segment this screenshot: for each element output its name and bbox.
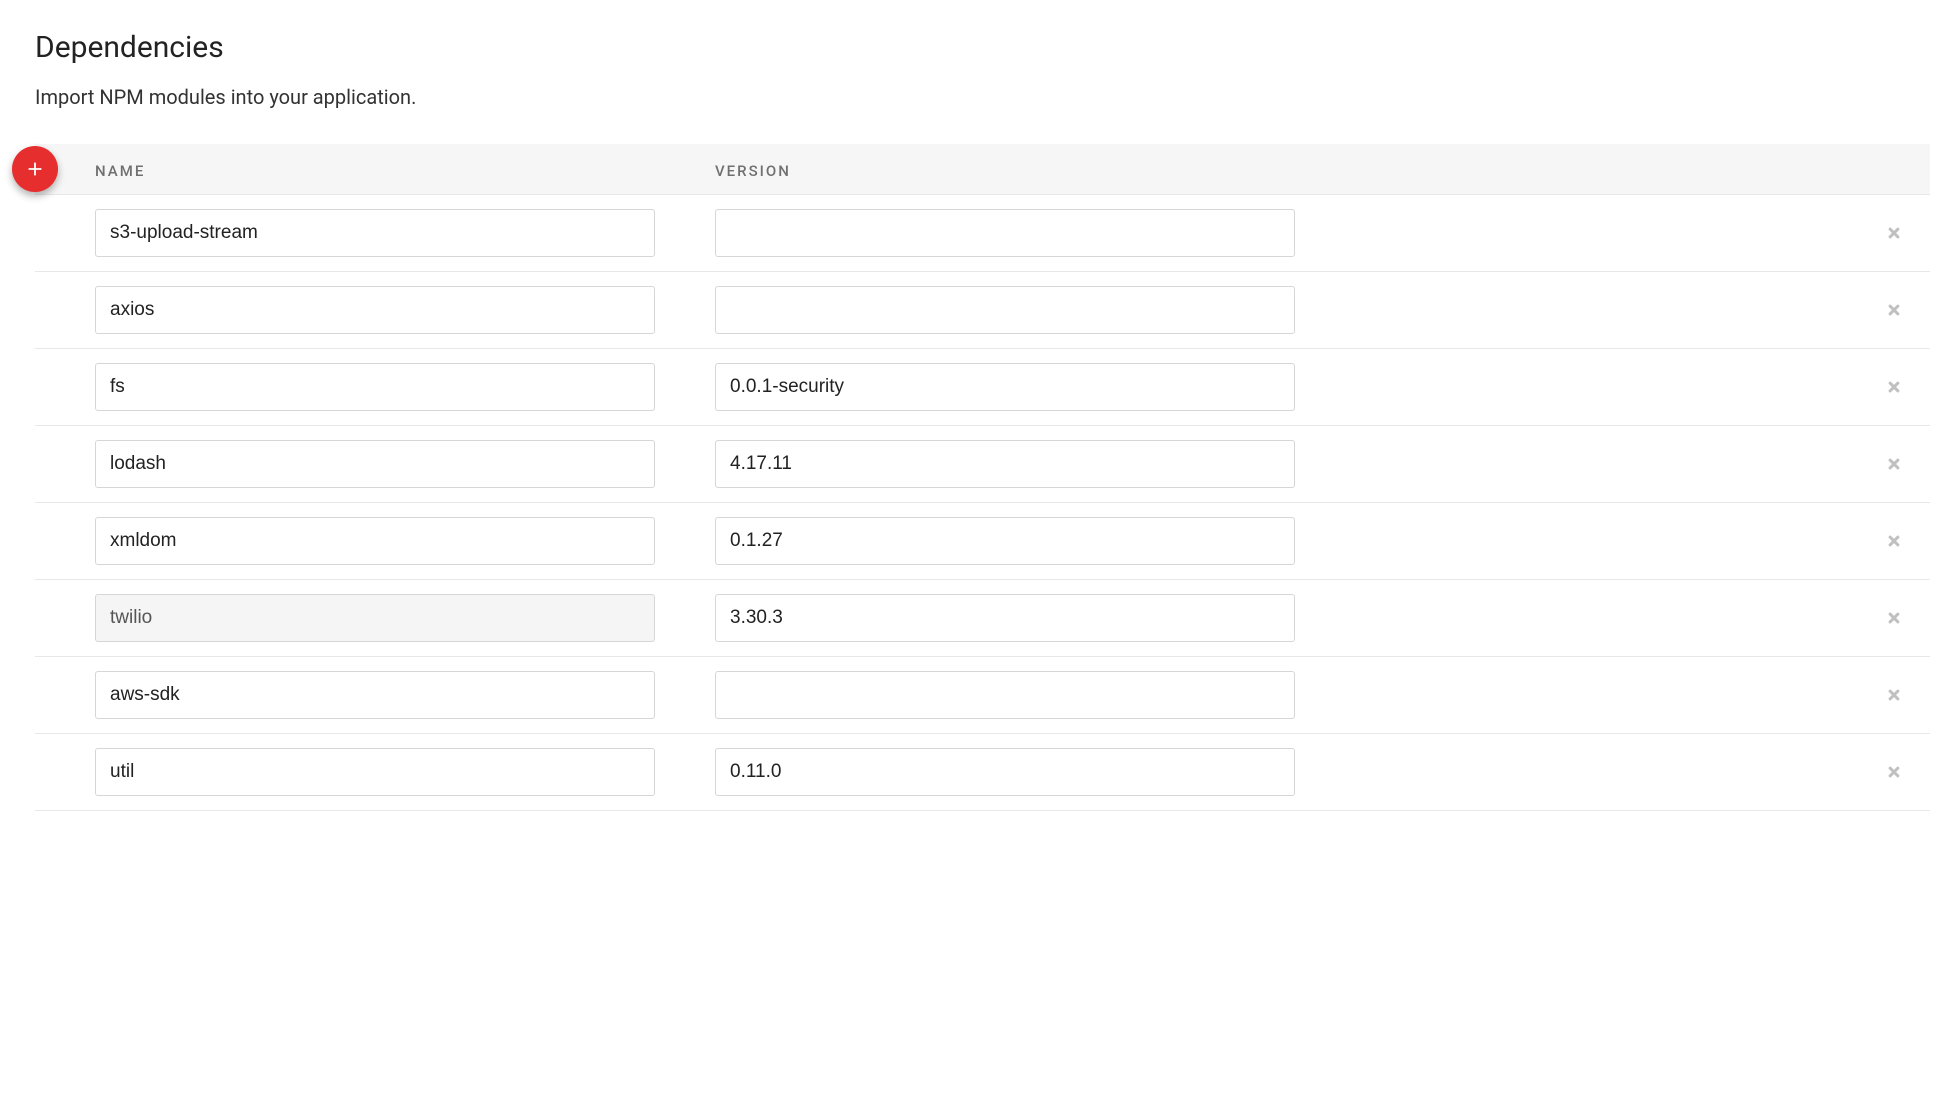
column-header-version: VERSION [655,162,1295,180]
close-icon [1886,379,1902,395]
name-cell [35,363,655,411]
dependency-version-input[interactable] [715,517,1295,565]
table-row [35,272,1930,349]
dependency-name-input[interactable] [95,209,655,257]
version-cell [655,517,1295,565]
dependency-name-input[interactable] [95,440,655,488]
dependency-version-input[interactable] [715,440,1295,488]
close-icon [1886,302,1902,318]
name-cell [35,671,655,719]
table-row [35,195,1930,272]
table-row [35,734,1930,811]
dependency-version-input[interactable] [715,594,1295,642]
table-row [35,349,1930,426]
version-cell [655,440,1295,488]
close-icon [1886,225,1902,241]
dependency-name-input[interactable] [95,748,655,796]
delete-dependency-button[interactable] [1878,217,1910,249]
dependency-name-input[interactable] [95,594,655,642]
dependency-version-input[interactable] [715,286,1295,334]
table-row [35,580,1930,657]
table-row [35,503,1930,580]
delete-dependency-button[interactable] [1878,525,1910,557]
dependency-name-input[interactable] [95,363,655,411]
close-icon [1886,687,1902,703]
close-icon [1886,610,1902,626]
table-header-row: NAME VERSION [35,144,1930,195]
delete-dependency-button[interactable] [1878,294,1910,326]
version-cell [655,286,1295,334]
name-cell [35,594,655,642]
version-cell [655,363,1295,411]
name-cell [35,748,655,796]
delete-dependency-button[interactable] [1878,679,1910,711]
table-row [35,657,1930,734]
version-cell [655,671,1295,719]
version-cell [655,748,1295,796]
name-cell [35,286,655,334]
delete-dependency-button[interactable] [1878,448,1910,480]
close-icon [1886,533,1902,549]
name-cell [35,517,655,565]
column-header-name: NAME [35,162,655,180]
dependency-version-input[interactable] [715,209,1295,257]
dependency-name-input[interactable] [95,517,655,565]
table-row [35,426,1930,503]
name-cell [35,209,655,257]
close-icon [1886,764,1902,780]
version-cell [655,209,1295,257]
close-icon [1886,456,1902,472]
version-cell [655,594,1295,642]
dependencies-table: NAME VERSION [35,144,1930,811]
add-dependency-button[interactable] [12,146,58,192]
delete-dependency-button[interactable] [1878,371,1910,403]
plus-icon [24,158,46,180]
name-cell [35,440,655,488]
dependency-version-input[interactable] [715,671,1295,719]
delete-dependency-button[interactable] [1878,602,1910,634]
dependency-version-input[interactable] [715,748,1295,796]
delete-dependency-button[interactable] [1878,756,1910,788]
dependency-name-input[interactable] [95,671,655,719]
section-title: Dependencies [35,30,1930,65]
section-description: Import NPM modules into your application… [35,85,1930,109]
dependency-version-input[interactable] [715,363,1295,411]
dependency-name-input[interactable] [95,286,655,334]
